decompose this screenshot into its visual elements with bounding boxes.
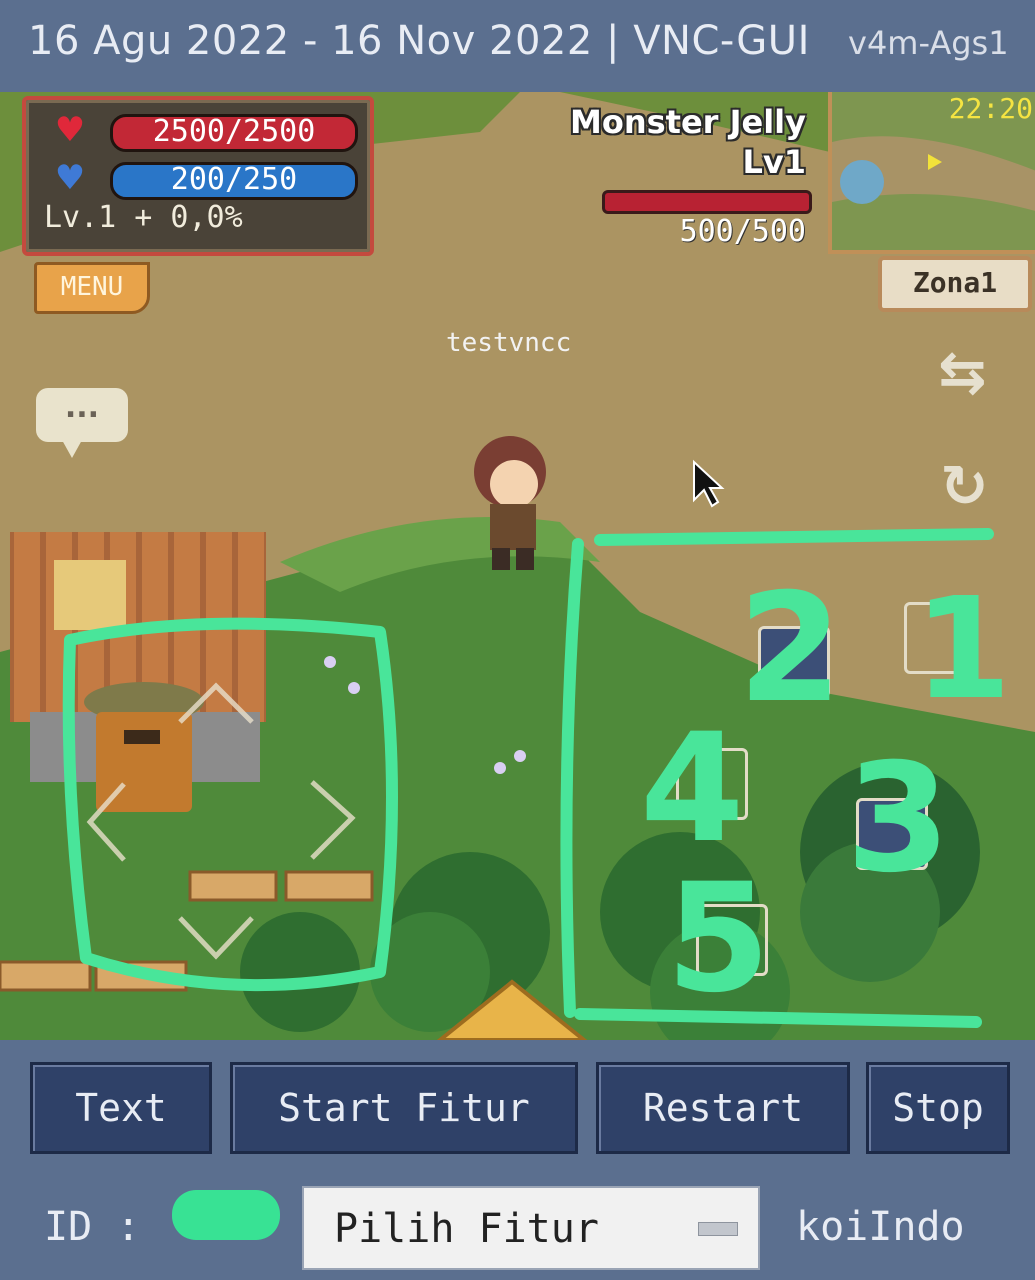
annotation-3: 3 (846, 732, 951, 906)
annotation-1: 1 (914, 568, 1012, 731)
stop-button[interactable]: Stop (866, 1062, 1010, 1154)
start-fitur-button[interactable]: Start Fitur (230, 1062, 578, 1154)
restart-button[interactable]: Restart (596, 1062, 850, 1154)
redacted-id (172, 1190, 280, 1240)
dropdown-icon[interactable] (698, 1222, 738, 1236)
version-label: v4m-Ags1 (848, 24, 1009, 62)
brand-label: koiIndo (796, 1204, 965, 1250)
text-button[interactable]: Text (30, 1062, 212, 1154)
title-bar: 16 Agu 2022 - 16 Nov 2022 | VNC-GUI v4m-… (0, 0, 1035, 92)
annotation-2: 2 (738, 562, 843, 736)
subscription-period: 16 Agu 2022 - 16 Nov 2022 | VNC-GUI (28, 18, 810, 64)
game-viewport[interactable]: ♥ 2500/2500 ♥ 200/250 Lv.1 + 0,0% MENU .… (0, 92, 1035, 1040)
annotation-4: 4 (640, 702, 745, 876)
feature-select[interactable]: Pilih Fitur (302, 1186, 760, 1270)
id-label: ID : (44, 1204, 141, 1250)
control-panel: Text Start Fitur Restart Stop ID : Pilih… (0, 1040, 1035, 1280)
annotation-5: 5 (666, 852, 771, 1026)
feature-select-value: Pilih Fitur (334, 1206, 599, 1252)
